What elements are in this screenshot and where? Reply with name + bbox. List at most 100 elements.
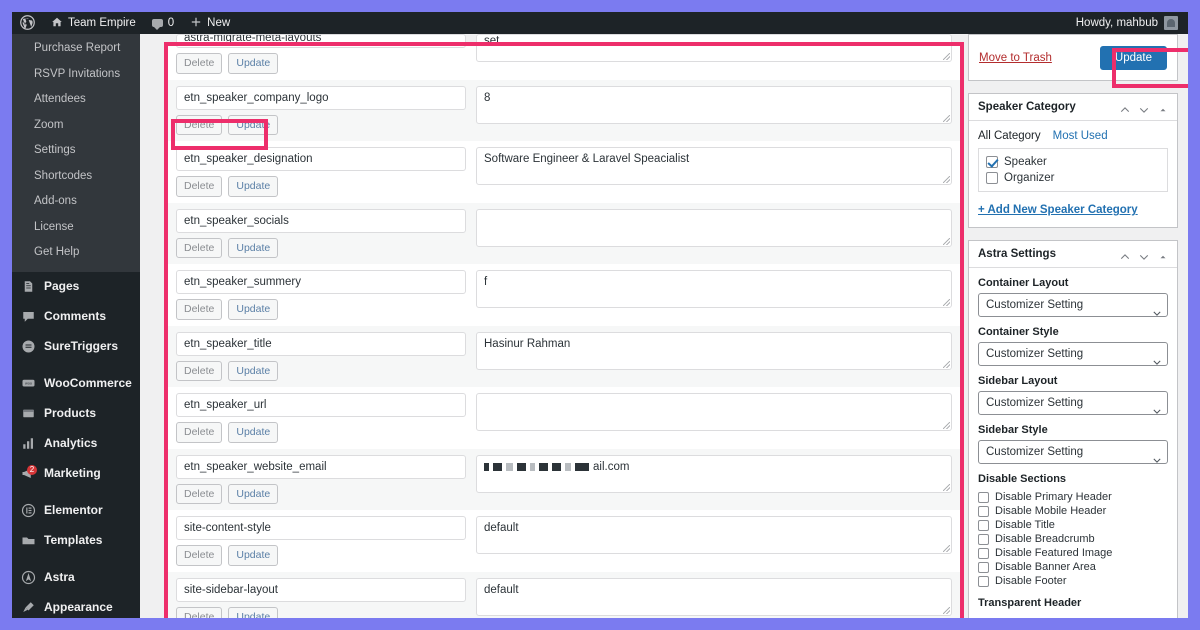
delete-button[interactable]: Delete: [176, 237, 223, 258]
chevron-down-icon[interactable]: [1139, 249, 1149, 260]
delete-button[interactable]: Delete: [176, 299, 223, 320]
my-account-menu[interactable]: Howdy, mahbub: [1076, 16, 1188, 30]
custom-field-value-textarea[interactable]: [476, 393, 952, 431]
custom-field-key-input[interactable]: etn_speaker_url: [176, 393, 466, 417]
custom-field-value-textarea[interactable]: default: [476, 577, 952, 616]
disable-section-row[interactable]: Disable Primary Header: [978, 490, 1168, 504]
update-button[interactable]: Update: [228, 483, 279, 504]
chevron-up-icon[interactable]: [1120, 249, 1130, 260]
update-button[interactable]: Update: [228, 176, 279, 197]
comments-bubble-button[interactable]: 0: [144, 12, 182, 34]
custom-field-value-textarea[interactable]: [476, 208, 952, 247]
sidebar-item-astra[interactable]: Astra: [12, 563, 140, 593]
delete-button[interactable]: Delete: [176, 606, 223, 618]
wordpress-logo-button[interactable]: [12, 12, 43, 34]
astra-field-select[interactable]: Customizer Setting: [978, 293, 1168, 317]
chevron-up-icon[interactable]: [1120, 102, 1130, 113]
submenu-item-add-ons[interactable]: Add-ons: [12, 189, 140, 215]
custom-field-key-input[interactable]: etn_speaker_website_email: [176, 454, 466, 479]
submenu-item-license[interactable]: License: [12, 215, 140, 241]
delete-button[interactable]: Delete: [176, 53, 223, 74]
submenu-item-attendees[interactable]: Attendees: [12, 87, 140, 113]
custom-field-key-input[interactable]: site-content-style: [176, 516, 466, 540]
disable-section-row[interactable]: Disable Title: [978, 518, 1168, 532]
custom-field-key-cell: etn_speaker_title Delete Update: [176, 326, 466, 388]
move-to-trash-link[interactable]: Move to Trash: [979, 52, 1100, 64]
custom-field-value-textarea[interactable]: f: [476, 270, 952, 308]
custom-field-value-textarea-redacted[interactable]: ail.com: [476, 454, 952, 493]
custom-field-value-textarea[interactable]: default: [476, 516, 952, 554]
sidebar-item-elementor[interactable]: Elementor: [12, 496, 140, 526]
disable-section-checkbox[interactable]: [978, 519, 989, 531]
astra-field-select[interactable]: Customizer Setting: [978, 342, 1168, 366]
collapse-icon[interactable]: [1158, 102, 1168, 112]
submenu-item-zoom[interactable]: Zoom: [12, 113, 140, 139]
disable-section-row[interactable]: Disable Footer: [978, 574, 1168, 588]
update-button[interactable]: Update: [228, 422, 279, 443]
submenu-item-settings[interactable]: Settings: [12, 138, 140, 164]
sidebar-item-marketing[interactable]: 2 Marketing: [12, 459, 140, 489]
submenu-item-get-help[interactable]: Get Help: [12, 240, 140, 266]
custom-field-key-input[interactable]: etn_speaker_socials: [176, 208, 466, 233]
add-new-speaker-category-link[interactable]: + Add New Speaker Category: [978, 204, 1138, 216]
category-tab-most-used[interactable]: Most Used: [1053, 130, 1108, 142]
custom-field-key-input[interactable]: etn_speaker_summery: [176, 270, 466, 294]
disable-section-row[interactable]: Disable Featured Image: [978, 546, 1168, 560]
custom-field-value-textarea[interactable]: Software Engineer & Laravel Speacialist: [476, 147, 952, 185]
delete-button[interactable]: Delete: [176, 483, 223, 504]
update-button[interactable]: Update: [1099, 45, 1167, 70]
disable-section-checkbox[interactable]: [978, 561, 989, 573]
category-checkbox[interactable]: [986, 172, 998, 184]
disable-section-row[interactable]: Disable Mobile Header: [978, 504, 1168, 518]
disable-section-checkbox[interactable]: [978, 491, 989, 503]
update-button[interactable]: Update: [228, 237, 279, 258]
category-item[interactable]: Organizer: [986, 170, 1160, 186]
astra-field-select[interactable]: Customizer Setting: [978, 440, 1168, 464]
update-button[interactable]: Update: [228, 53, 279, 74]
category-checkbox[interactable]: [986, 156, 998, 168]
astra-field-select[interactable]: Customizer Setting: [978, 391, 1168, 415]
custom-field-value-textarea[interactable]: Hasinur Rahman: [476, 331, 952, 370]
delete-button[interactable]: Delete: [176, 114, 223, 135]
site-name-menu[interactable]: Team Empire: [43, 12, 144, 34]
delete-button[interactable]: Delete: [176, 360, 223, 381]
submenu-item-purchase-report[interactable]: Purchase Report: [12, 36, 140, 62]
disable-section-row[interactable]: Disable Banner Area: [978, 560, 1168, 574]
custom-field-value-textarea[interactable]: 8: [476, 85, 952, 124]
update-button[interactable]: Update: [228, 360, 279, 381]
sidebar-item-appearance[interactable]: Appearance: [12, 593, 140, 618]
submenu-item-shortcodes[interactable]: Shortcodes: [12, 164, 140, 190]
disable-section-checkbox[interactable]: [978, 575, 989, 587]
submenu-item-rsvp-invitations[interactable]: RSVP Invitations: [12, 62, 140, 88]
custom-field-key-input[interactable]: etn_speaker_designation: [176, 147, 466, 171]
custom-field-value-textarea[interactable]: set: [476, 34, 952, 62]
sidebar-item-comments[interactable]: Comments: [12, 302, 140, 332]
update-button[interactable]: Update: [228, 545, 279, 566]
sidebar-item-analytics[interactable]: Analytics: [12, 429, 140, 459]
update-button[interactable]: Update: [228, 606, 279, 618]
delete-button[interactable]: Delete: [176, 176, 223, 197]
collapse-icon[interactable]: [1158, 249, 1168, 259]
custom-field-key-input[interactable]: etn_speaker_title: [176, 331, 466, 356]
custom-field-key-input[interactable]: site-sidebar-layout: [176, 577, 466, 602]
sidebar-item-products[interactable]: Products: [12, 399, 140, 429]
redaction-block: [484, 462, 489, 471]
category-tab-all-category[interactable]: All Category: [978, 130, 1041, 142]
new-content-button[interactable]: New: [182, 12, 238, 34]
disable-section-checkbox[interactable]: [978, 547, 989, 559]
delete-button[interactable]: Delete: [176, 422, 223, 443]
category-item[interactable]: Speaker: [986, 154, 1160, 170]
delete-button[interactable]: Delete: [176, 545, 223, 566]
chevron-down-icon[interactable]: [1139, 102, 1149, 113]
custom-field-key-input[interactable]: etn_speaker_company_logo: [176, 85, 466, 110]
disable-section-row[interactable]: Disable Breadcrumb: [978, 532, 1168, 546]
disable-section-checkbox[interactable]: [978, 505, 989, 517]
custom-field-key-input[interactable]: astra-migrate-meta-layouts: [176, 34, 466, 48]
sidebar-item-templates[interactable]: Templates: [12, 526, 140, 556]
update-button[interactable]: Update: [228, 114, 279, 135]
sidebar-item-woocommerce[interactable]: woo WooCommerce: [12, 369, 140, 399]
disable-section-checkbox[interactable]: [978, 533, 989, 545]
sidebar-item-suretriggers[interactable]: SureTriggers: [12, 332, 140, 362]
update-button[interactable]: Update: [228, 299, 279, 320]
sidebar-item-pages[interactable]: Pages: [12, 272, 140, 302]
